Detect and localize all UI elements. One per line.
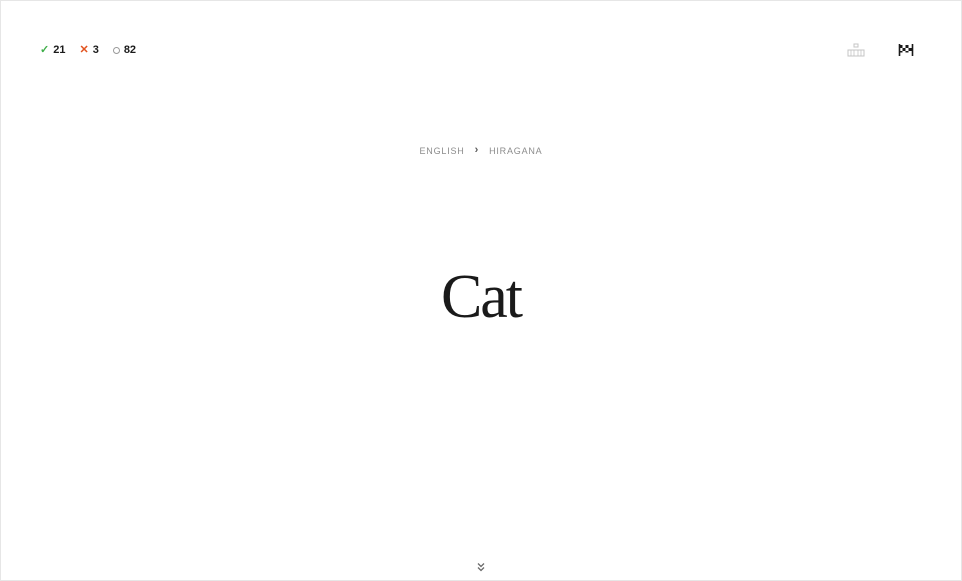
wrong-count-value: 3: [92, 44, 99, 56]
top-toolbar: [846, 42, 916, 58]
direction-breadcrumb: ENGLISH › HIRAGANA: [0, 145, 962, 156]
keyboard-button[interactable]: [846, 42, 866, 58]
remaining-count-value: 82: [123, 44, 137, 56]
remaining-count: 82: [112, 44, 137, 56]
expand-button[interactable]: [474, 560, 488, 574]
finish-button[interactable]: [896, 42, 916, 58]
keyboard-icon: [847, 43, 865, 57]
wrong-count: ✕ 3: [79, 44, 98, 56]
correct-count: ✓ 21: [40, 44, 65, 56]
target-language: HIRAGANA: [489, 145, 543, 156]
source-language: ENGLISH: [419, 145, 465, 156]
check-icon: ✓: [40, 43, 50, 56]
double-chevron-down-icon: [477, 562, 485, 571]
score-bar: ✓ 21 ✕ 3 82: [40, 44, 136, 56]
chevron-right-icon: ›: [474, 144, 480, 156]
cross-icon: ✕: [79, 43, 89, 56]
prompt-word: Cat: [440, 263, 523, 331]
flag-icon: [898, 44, 914, 56]
ring-icon: [112, 46, 120, 54]
correct-count-value: 21: [53, 44, 66, 56]
